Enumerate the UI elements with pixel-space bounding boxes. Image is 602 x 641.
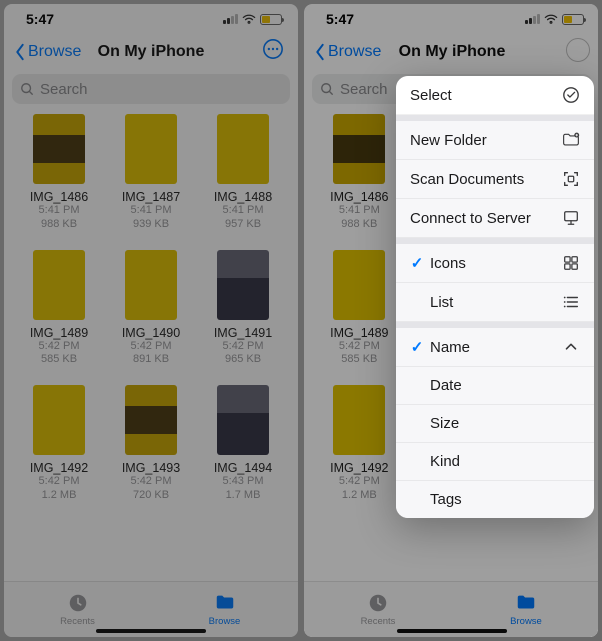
- file-thumbnail: [125, 250, 177, 320]
- menu-item-scan-documents[interactable]: Scan Documents: [396, 160, 594, 199]
- search-placeholder: Search: [40, 81, 88, 98]
- menu-label: Name: [430, 339, 470, 356]
- status-bar: 5:47: [4, 4, 298, 34]
- file-name: IMG_1492: [30, 461, 88, 475]
- list-icon: [562, 293, 580, 311]
- grid-icon: [562, 254, 580, 272]
- file-item[interactable]: IMG_14865:41 PM988 KB: [16, 114, 102, 232]
- file-item[interactable]: IMG_14925:42 PM1.2 MB: [16, 385, 102, 503]
- menu-label: Icons: [430, 255, 466, 272]
- menu-item-new-folder[interactable]: New Folder: [396, 121, 594, 160]
- file-meta: 5:41 PM939 KB: [131, 204, 172, 232]
- file-name: IMG_1489: [30, 326, 88, 340]
- chevron-left-icon: [14, 43, 26, 61]
- file-meta: 5:42 PM720 KB: [131, 475, 172, 503]
- file-item[interactable]: IMG_14875:41 PM939 KB: [108, 114, 194, 232]
- menu-item-select[interactable]: Select: [396, 76, 594, 115]
- file-grid-left: IMG_14865:41 PM988 KBIMG_14875:41 PM939 …: [4, 112, 298, 513]
- search-field[interactable]: Search: [12, 74, 290, 104]
- file-item[interactable]: IMG_14885:41 PM957 KB: [200, 114, 286, 232]
- menu-label: Kind: [430, 453, 460, 470]
- file-item[interactable]: IMG_14945:43 PM1.7 MB: [200, 385, 286, 503]
- file-item[interactable]: IMG_14895:42 PM585 KB: [16, 250, 102, 368]
- files-app-screen-right: 5:47 Browse On My iPhone Search IMG_1486…: [304, 4, 598, 637]
- menu-label: Scan Documents: [410, 171, 524, 188]
- file-meta: 5:41 PM957 KB: [223, 204, 264, 232]
- chevron-up-icon: [562, 338, 580, 356]
- menu-label: List: [430, 294, 453, 311]
- menu-item-view-list[interactable]: List: [396, 283, 594, 322]
- search-icon: [20, 82, 34, 96]
- checkmark-icon: ✓: [410, 254, 424, 272]
- file-name: IMG_1491: [214, 326, 272, 340]
- back-label: Browse: [28, 43, 81, 61]
- menu-label: Tags: [430, 491, 462, 508]
- wifi-icon: [242, 14, 256, 24]
- file-meta: 5:42 PM965 KB: [223, 340, 264, 368]
- clock-icon: [67, 592, 89, 614]
- menu-item-connect-server[interactable]: Connect to Server: [396, 199, 594, 238]
- menu-item-sort-date[interactable]: Date: [396, 367, 594, 405]
- file-name: IMG_1490: [122, 326, 180, 340]
- back-button[interactable]: Browse: [14, 43, 81, 61]
- status-indicators: [223, 14, 282, 25]
- context-menu: Select New Folder Scan Documents Connect…: [396, 76, 594, 518]
- page-title: On My iPhone: [98, 43, 205, 61]
- cellular-icon: [223, 14, 238, 24]
- file-meta: 5:42 PM1.2 MB: [39, 475, 80, 503]
- file-thumbnail: [33, 250, 85, 320]
- file-thumbnail: [125, 114, 177, 184]
- checkmark-icon: ✓: [410, 338, 424, 356]
- files-app-screen-left: 5:47 Browse On My iPhone Search IMG_1486…: [4, 4, 298, 637]
- status-time: 5:47: [26, 11, 54, 27]
- menu-label: Select: [410, 87, 452, 104]
- server-icon: [562, 209, 580, 227]
- nav-bar: Browse On My iPhone: [4, 34, 298, 70]
- file-thumbnail: [33, 385, 85, 455]
- menu-label: Connect to Server: [410, 210, 531, 227]
- file-thumbnail: [125, 385, 177, 455]
- file-name: IMG_1494: [214, 461, 272, 475]
- file-meta: 5:42 PM585 KB: [39, 340, 80, 368]
- menu-item-sort-size[interactable]: Size: [396, 405, 594, 443]
- file-name: IMG_1487: [122, 190, 180, 204]
- file-meta: 5:43 PM1.7 MB: [223, 475, 264, 503]
- file-item[interactable]: IMG_14915:42 PM965 KB: [200, 250, 286, 368]
- menu-item-sort-name[interactable]: ✓ Name: [396, 328, 594, 367]
- file-item[interactable]: IMG_14905:42 PM891 KB: [108, 250, 194, 368]
- menu-item-view-icons[interactable]: ✓ Icons: [396, 244, 594, 283]
- ellipsis-circle-icon: [262, 38, 284, 60]
- tab-recents-label: Recents: [60, 616, 95, 627]
- more-button[interactable]: [258, 34, 288, 64]
- battery-icon: [260, 14, 282, 25]
- scan-icon: [562, 170, 580, 188]
- menu-label: Date: [430, 377, 462, 394]
- menu-item-sort-tags[interactable]: Tags: [396, 481, 594, 518]
- file-item[interactable]: IMG_14935:42 PM720 KB: [108, 385, 194, 503]
- file-meta: 5:42 PM891 KB: [131, 340, 172, 368]
- menu-label: New Folder: [410, 132, 487, 149]
- file-thumbnail: [217, 250, 269, 320]
- file-thumbnail: [217, 114, 269, 184]
- menu-item-sort-kind[interactable]: Kind: [396, 443, 594, 481]
- folder-icon: [214, 592, 236, 614]
- checkmark-circle-icon: [562, 86, 580, 104]
- file-name: IMG_1488: [214, 190, 272, 204]
- file-meta: 5:41 PM988 KB: [39, 204, 80, 232]
- file-thumbnail: [33, 114, 85, 184]
- tab-browse-label: Browse: [209, 616, 241, 627]
- file-name: IMG_1486: [30, 190, 88, 204]
- menu-label: Size: [430, 415, 459, 432]
- file-name: IMG_1493: [122, 461, 180, 475]
- file-thumbnail: [217, 385, 269, 455]
- folder-plus-icon: [562, 131, 580, 149]
- home-indicator[interactable]: [96, 629, 206, 633]
